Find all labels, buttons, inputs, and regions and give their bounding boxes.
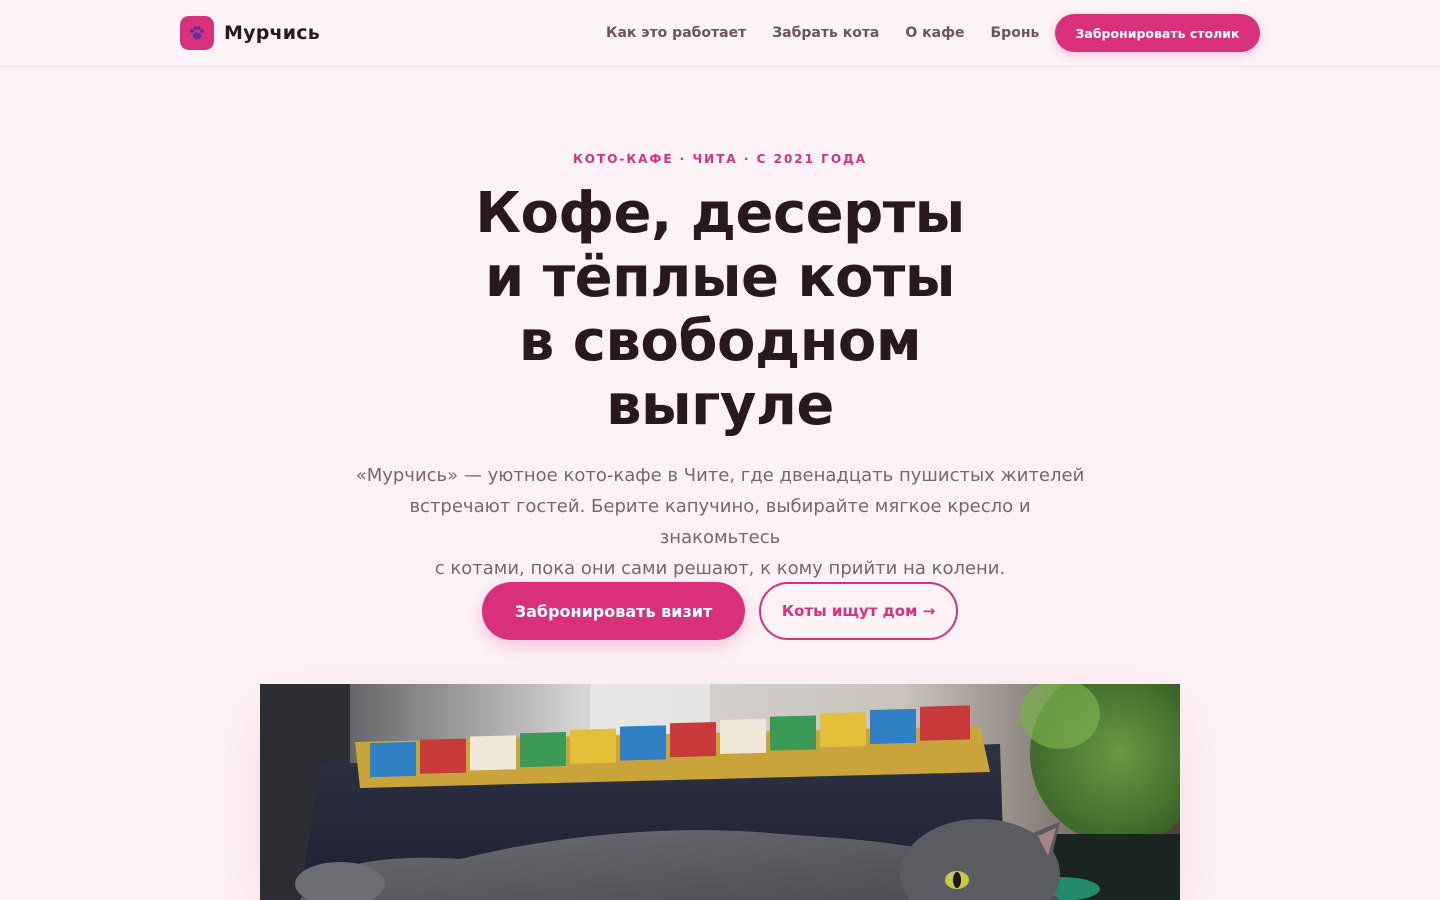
book-visit-button[interactable]: Забронировать визит <box>482 582 745 640</box>
hero-subtitle-line: с котами, пока они сами решают, к кому п… <box>434 558 1006 579</box>
nav-adopt-cat[interactable]: Забрать кота <box>772 25 879 41</box>
brand-name: Мурчись <box>224 22 320 44</box>
book-table-button[interactable]: Забронировать столик <box>1055 14 1260 52</box>
hero-title-line: Кофе, десерты <box>475 181 965 246</box>
hero-subtitle-line: «Мурчись» — уютное кото-кафе в Чите, где… <box>355 465 1085 486</box>
brand[interactable]: Мурчись <box>180 16 320 50</box>
nav-about[interactable]: О кафе <box>905 25 964 41</box>
hero-eyebrow: КОТО-КАФЕ · ЧИТА · С 2021 ГОДА <box>573 152 867 166</box>
main-nav: Как это работает Забрать кота О кафе Бро… <box>606 22 1039 44</box>
hero-title-line: выгуле <box>606 373 834 438</box>
site-header: Мурчись Как это работает Забрать кота О … <box>0 0 1440 67</box>
hero-cat-photo <box>260 684 1180 900</box>
hero-title-line: в свободном <box>518 309 922 374</box>
hero-subtitle: «Мурчись» — уютное кото-кафе в Чите, где… <box>350 460 1090 584</box>
paw-icon <box>180 16 214 50</box>
nav-booking[interactable]: Бронь <box>991 25 1040 41</box>
hero-title-line: и тёплые коты <box>484 245 956 310</box>
nav-how-it-works[interactable]: Как это работает <box>606 25 746 41</box>
cats-need-home-button[interactable]: Коты ищут дом → <box>759 582 958 640</box>
hero-title: Кофе, десерты и тёплые коты в свободном … <box>420 182 1020 438</box>
hero-subtitle-line: встречают гостей. Берите капучино, выбир… <box>409 496 1031 548</box>
